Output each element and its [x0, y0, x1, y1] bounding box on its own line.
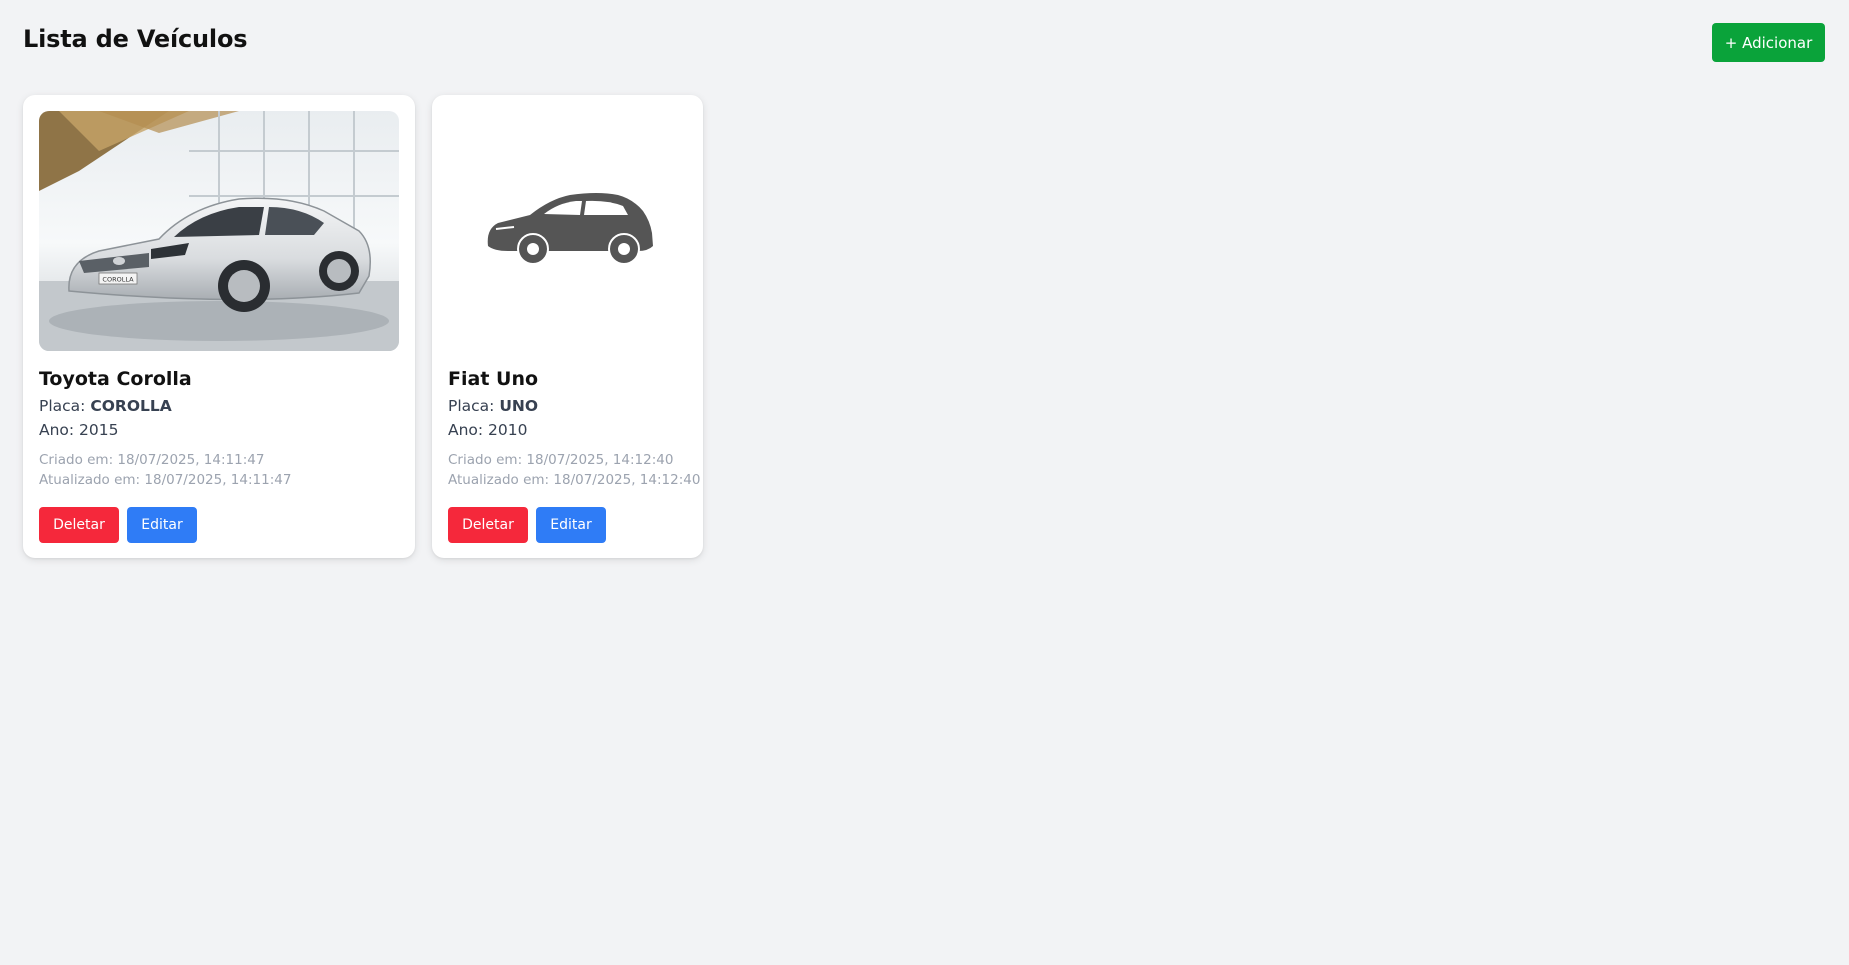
edit-button[interactable]: Editar [127, 507, 197, 543]
updated-at: Atualizado em: 18/07/2025, 14:11:47 [39, 472, 292, 488]
vehicle-photo: COROLLA [39, 111, 399, 351]
plate-label: Placa: [39, 397, 86, 415]
plate-text: COROLLA [102, 276, 134, 284]
add-vehicle-button[interactable]: + Adicionar [1712, 23, 1825, 62]
vehicle-name: Toyota Corolla [39, 368, 192, 390]
vehicle-year: Ano: 2015 [39, 421, 119, 439]
vehicle-photo-placeholder [448, 111, 687, 351]
plate-label: Placa: [448, 397, 495, 415]
page-title: Lista de Veículos [23, 25, 248, 53]
vehicle-card: Fiat Uno Placa: UNO Ano: 2010 Criado em:… [432, 95, 703, 558]
created-at: Criado em: 18/07/2025, 14:12:40 [448, 452, 674, 468]
delete-button[interactable]: Deletar [39, 507, 119, 543]
vehicle-year: Ano: 2010 [448, 421, 528, 439]
delete-button[interactable]: Deletar [448, 507, 528, 543]
vehicle-card: COROLLA Toyota Corolla Placa: COROLLA An… [23, 95, 415, 558]
car-silhouette-icon [448, 111, 687, 351]
edit-button[interactable]: Editar [536, 507, 606, 543]
updated-at: Atualizado em: 18/07/2025, 14:12:40 [448, 472, 701, 488]
vehicle-plate: Placa: COROLLA [39, 397, 172, 415]
plate-value: COROLLA [90, 397, 172, 415]
vehicle-plate: Placa: UNO [448, 397, 538, 415]
car-photo-icon: COROLLA [39, 111, 399, 351]
plate-value: UNO [499, 397, 539, 415]
vehicle-name: Fiat Uno [448, 368, 539, 390]
created-at: Criado em: 18/07/2025, 14:11:47 [39, 452, 265, 468]
